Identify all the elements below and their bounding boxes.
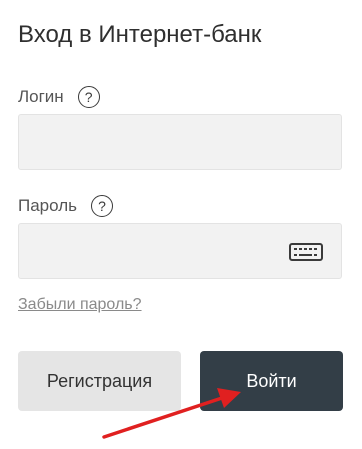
virtual-keyboard-icon[interactable] [289,243,323,261]
password-help-icon[interactable]: ? [91,195,113,217]
login-input[interactable] [18,114,342,170]
password-label-row: Пароль ? [18,195,113,217]
register-button[interactable]: Регистрация [18,351,181,411]
page-title: Вход в Интернет-банк [18,21,262,48]
login-label-row: Логин ? [18,86,100,108]
login-button[interactable]: Войти [200,351,343,411]
forgot-password-link[interactable]: Забыли пароль? [18,294,142,316]
password-label: Пароль [18,196,77,215]
login-help-icon[interactable]: ? [77,86,100,108]
login-label: Логин [18,87,64,106]
